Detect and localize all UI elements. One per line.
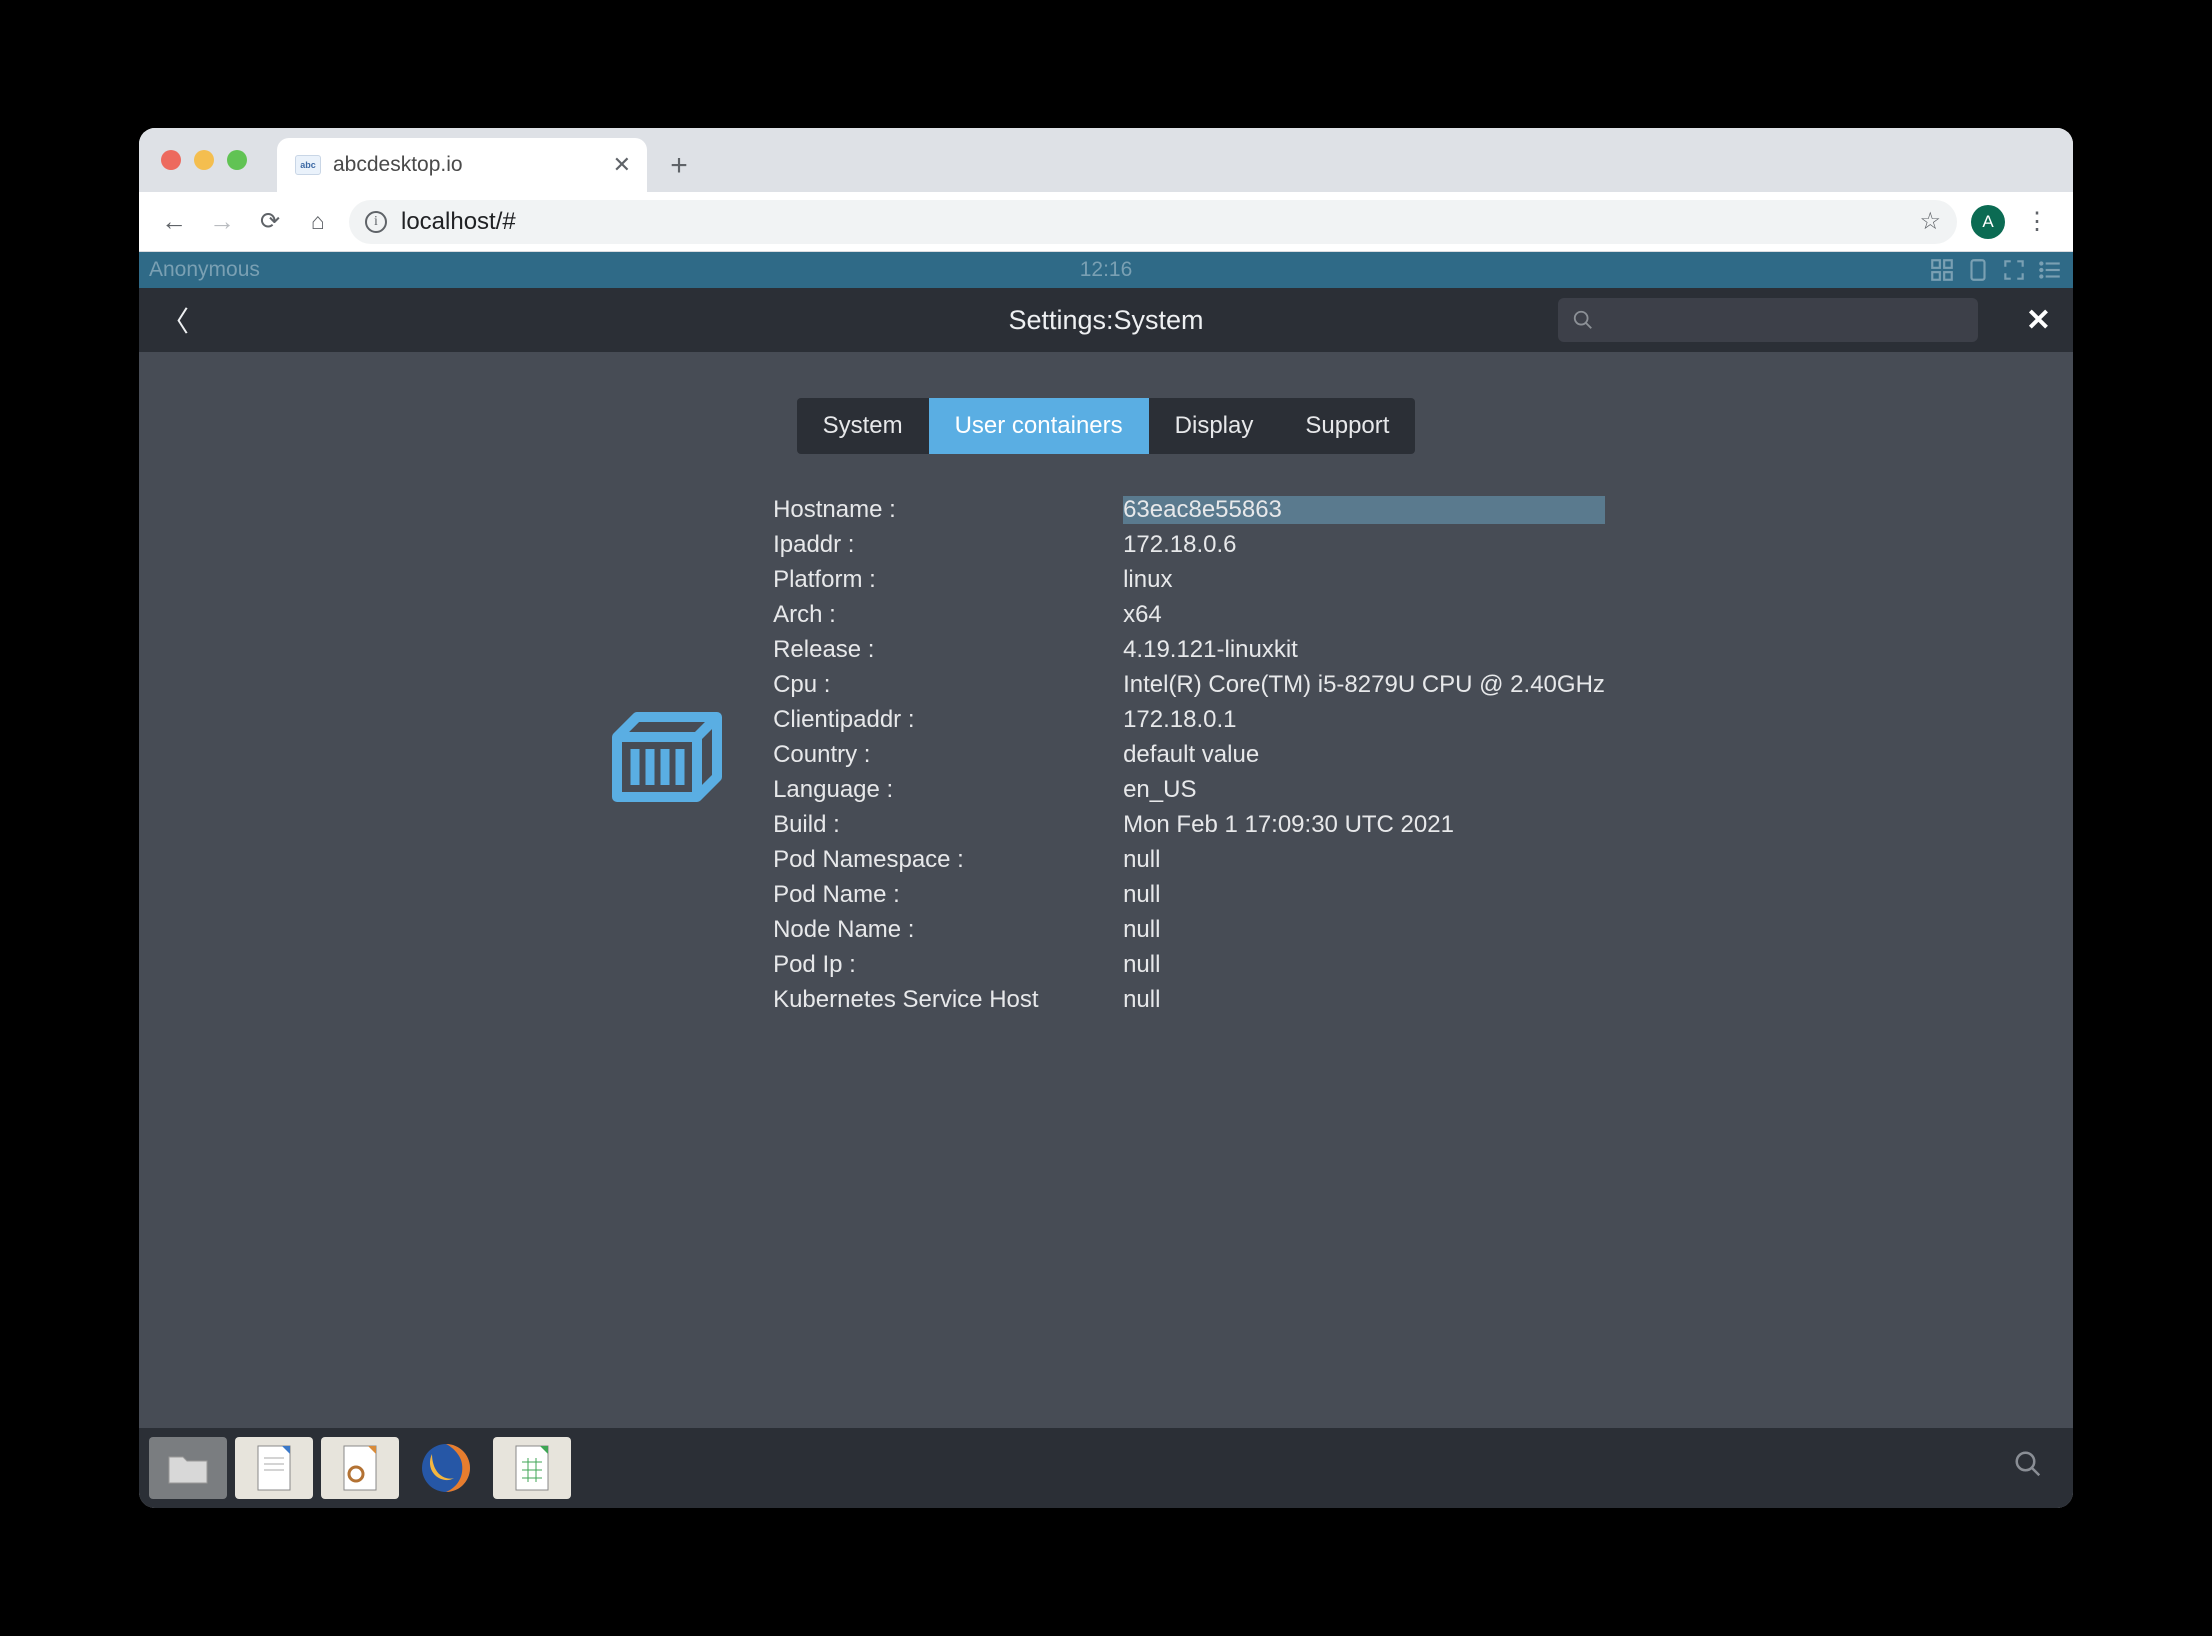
info-label: Pod Namespace :: [773, 846, 1123, 874]
taskbar-presentation-icon[interactable]: [321, 1437, 399, 1499]
info-value: Intel(R) Core(TM) i5-8279U CPU @ 2.40GHz: [1123, 671, 1605, 699]
home-button[interactable]: ⌂: [301, 208, 335, 235]
info-value: null: [1123, 951, 1605, 979]
browser-menu-button[interactable]: ⋮: [2019, 207, 2055, 236]
info-value: 172.18.0.6: [1123, 531, 1605, 559]
info-value: 172.18.0.1: [1123, 706, 1605, 734]
tab-support[interactable]: Support: [1279, 398, 1415, 454]
info-label: Pod Ip :: [773, 951, 1123, 979]
info-value: null: [1123, 881, 1605, 909]
system-info-grid: Hostname :63eac8e55863Ipaddr :172.18.0.6…: [773, 496, 1605, 1014]
info-value: en_US: [1123, 776, 1605, 804]
window-close-button[interactable]: [161, 150, 181, 170]
settings-bar: 〈 Settings:System ✕: [139, 288, 2073, 352]
search-icon: [1572, 309, 1594, 331]
tab-display[interactable]: Display: [1149, 398, 1280, 454]
app-topbar: Anonymous 12:16: [139, 252, 2073, 288]
window-minimize-button[interactable]: [194, 150, 214, 170]
tab-system[interactable]: System: [797, 398, 929, 454]
container-icon: [607, 500, 727, 1014]
browser-toolbar: ← → ⟳ ⌂ i localhost/# ☆ A ⋮: [139, 192, 2073, 252]
list-icon[interactable]: [2037, 257, 2063, 283]
settings-search-input[interactable]: [1558, 298, 1978, 342]
info-value: linux: [1123, 566, 1605, 594]
settings-close-button[interactable]: ✕: [2026, 303, 2051, 338]
tab-user-containers[interactable]: User containers: [929, 398, 1149, 454]
info-label: Cpu :: [773, 671, 1123, 699]
info-value: null: [1123, 986, 1605, 1014]
back-button[interactable]: ←: [157, 206, 191, 237]
new-tab-button[interactable]: +: [657, 144, 701, 188]
topbar-right-icons: [1929, 257, 2063, 283]
grid-icon[interactable]: [1929, 257, 1955, 283]
taskbar-document-icon[interactable]: [235, 1437, 313, 1499]
info-value: 63eac8e55863: [1123, 496, 1605, 524]
user-label: Anonymous: [149, 258, 260, 282]
site-info-icon[interactable]: i: [365, 211, 387, 233]
info-label: Arch :: [773, 601, 1123, 629]
info-label: Clientipaddr :: [773, 706, 1123, 734]
address-bar[interactable]: i localhost/# ☆: [349, 200, 1957, 244]
clock: 12:16: [1080, 258, 1133, 282]
settings-title: Settings:System: [1008, 305, 1203, 336]
info-label: Node Name :: [773, 916, 1123, 944]
info-label: Build :: [773, 811, 1123, 839]
system-panel: Hostname :63eac8e55863Ipaddr :172.18.0.6…: [169, 496, 2043, 1014]
info-label: Country :: [773, 741, 1123, 769]
forward-button[interactable]: →: [205, 206, 239, 237]
taskbar-firefox-icon[interactable]: [407, 1437, 485, 1499]
info-label: Platform :: [773, 566, 1123, 594]
info-value: null: [1123, 846, 1605, 874]
taskbar-search-icon[interactable]: [2013, 1449, 2043, 1487]
settings-content: System User containers Display Support: [139, 352, 2073, 1428]
info-label: Release :: [773, 636, 1123, 664]
bookmark-star-icon[interactable]: ☆: [1919, 207, 1941, 236]
tab-close-button[interactable]: ✕: [613, 152, 631, 178]
settings-tabs: System User containers Display Support: [797, 398, 1416, 454]
browser-tab[interactable]: abc abcdesktop.io ✕: [277, 138, 647, 192]
info-value: 4.19.121-linuxkit: [1123, 636, 1605, 664]
reload-button[interactable]: ⟳: [253, 207, 287, 236]
settings-tabs-row: System User containers Display Support: [169, 398, 2043, 454]
info-value: Mon Feb 1 17:09:30 UTC 2021: [1123, 811, 1605, 839]
info-value: default value: [1123, 741, 1605, 769]
url-text: localhost/#: [401, 208, 516, 236]
info-value: x64: [1123, 601, 1605, 629]
info-label: Pod Name :: [773, 881, 1123, 909]
info-label: Hostname :: [773, 496, 1123, 524]
info-label: Ipaddr :: [773, 531, 1123, 559]
info-value: null: [1123, 916, 1605, 944]
settings-back-button[interactable]: 〈: [161, 300, 189, 340]
profile-avatar[interactable]: A: [1971, 205, 2005, 239]
taskbar-files-icon[interactable]: [149, 1437, 227, 1499]
app-frame: Anonymous 12:16 〈 Settings:System ✕ Syst…: [139, 252, 2073, 1508]
traffic-lights: [161, 150, 247, 170]
browser-window: abc abcdesktop.io ✕ + ← → ⟳ ⌂ i localhos…: [139, 128, 2073, 1508]
tab-strip: abc abcdesktop.io ✕ +: [139, 128, 2073, 192]
fullscreen-icon[interactable]: [2001, 257, 2027, 283]
taskbar: [139, 1428, 2073, 1508]
clipboard-icon[interactable]: [1965, 257, 1991, 283]
tab-title: abcdesktop.io: [333, 153, 601, 177]
taskbar-spreadsheet-icon[interactable]: [493, 1437, 571, 1499]
favicon-icon: abc: [295, 155, 321, 175]
info-label: Kubernetes Service Host: [773, 986, 1123, 1014]
info-label: Language :: [773, 776, 1123, 804]
window-maximize-button[interactable]: [227, 150, 247, 170]
